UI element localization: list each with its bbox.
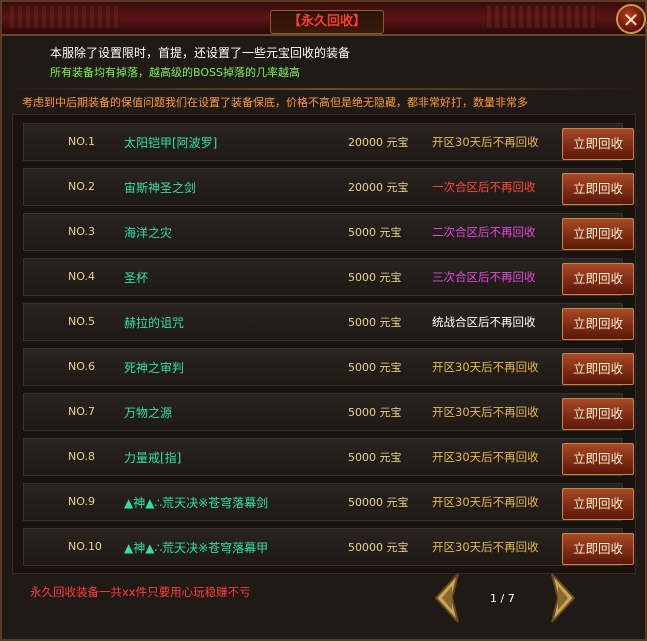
title-bar: 【永久回收】	[2, 2, 645, 36]
title-ornament-left	[10, 6, 120, 28]
list-item: NO.1 太阳铠甲[阿波罗] 20000 元宝 开区30天后不再回收 立即回收	[23, 123, 634, 161]
footer-note: 永久回收装备一共xx件只要用心玩稳赚不亏	[30, 585, 251, 599]
item-name: 太阳铠甲[阿波罗]	[124, 136, 218, 150]
page-indicator: 1 / 7	[490, 592, 515, 605]
item-condition: 三次合区后不再回收	[432, 270, 536, 284]
recycle-now-button[interactable]: 立即回收	[562, 533, 634, 565]
item-name: 万物之源	[124, 406, 173, 420]
item-condition: 开区30天后不再回收	[432, 135, 539, 149]
item-price: 5000 元宝	[348, 226, 402, 239]
recycle-now-button[interactable]: 立即回收	[562, 173, 634, 205]
item-condition: 开区30天后不再回收	[432, 450, 539, 464]
list-item: NO.2 宙斯神圣之剑 20000 元宝 一次合区后不再回收 立即回收	[23, 168, 634, 206]
recycle-now-button[interactable]: 立即回收	[562, 443, 634, 475]
item-price: 50000 元宝	[348, 496, 409, 509]
item-number: NO.2	[68, 180, 95, 193]
recycle-now-button[interactable]: 立即回收	[562, 398, 634, 430]
list-item: NO.3 海洋之灾 5000 元宝 二次合区后不再回收 立即回收	[23, 213, 634, 251]
notice-line-2: 所有装备均有掉落，越高级的BOSS掉落的几率越高	[50, 66, 300, 79]
item-name: 赫拉的诅咒	[124, 316, 185, 330]
item-price: 20000 元宝	[348, 136, 409, 149]
item-name: 宙斯神圣之剑	[124, 181, 197, 195]
item-condition: 开区30天后不再回收	[432, 405, 539, 419]
close-button[interactable]: ✕	[616, 4, 646, 34]
list-item: NO.6 死神之审判 5000 元宝 开区30天后不再回收 立即回收	[23, 348, 634, 386]
item-name: ▲神▲∴荒天决※苍穹落幕甲	[124, 541, 269, 555]
divider	[12, 88, 634, 90]
item-name: 死神之审判	[124, 361, 185, 375]
item-name: ▲神▲∴荒天决※苍穹落幕剑	[124, 496, 269, 510]
next-page-arrow-icon[interactable]	[548, 572, 578, 624]
list-item: NO.5 赫拉的诅咒 5000 元宝 统战合区后不再回收 立即回收	[23, 303, 634, 341]
recycle-list: NO.1 太阳铠甲[阿波罗] 20000 元宝 开区30天后不再回收 立即回收 NO.2 宙…	[12, 114, 636, 574]
item-number: NO.5	[68, 315, 95, 328]
recycle-now-button[interactable]: 立即回收	[562, 488, 634, 520]
recycle-now-button[interactable]: 立即回收	[562, 128, 634, 160]
item-condition: 开区30天后不再回收	[432, 540, 539, 554]
item-name: 力量戒[指]	[124, 451, 182, 465]
prev-page-arrow-icon[interactable]	[432, 572, 462, 624]
item-price: 20000 元宝	[348, 181, 409, 194]
item-condition: 统战合区后不再回收	[432, 315, 536, 329]
item-number: NO.4	[68, 270, 95, 283]
item-price: 5000 元宝	[348, 406, 402, 419]
item-number: NO.8	[68, 450, 95, 463]
item-number: NO.9	[68, 495, 95, 508]
recycle-now-button[interactable]: 立即回收	[562, 308, 634, 340]
notice-line-3: 考虑到中后期装备的保值问题我们在设置了装备保底，价格不高但是绝无隐藏，都非常好打…	[22, 96, 528, 109]
item-price: 5000 元宝	[348, 451, 402, 464]
item-number: NO.6	[68, 360, 95, 373]
item-name: 海洋之灾	[124, 226, 173, 240]
notice-line-1: 本服除了设置限时，首提，还设置了一些元宝回收的装备	[50, 46, 351, 60]
list-item: NO.10 ▲神▲∴荒天决※苍穹落幕甲 50000 元宝 开区30天后不再回收 立即回收	[23, 528, 634, 566]
item-number: NO.10	[68, 540, 102, 553]
recycle-window: 【永久回收】 ✕ 本服除了设置限时，首提，还设置了一些元宝回收的装备 所有装备均…	[0, 0, 647, 641]
item-name: 圣杯	[124, 271, 149, 285]
list-item: NO.4 圣杯 5000 元宝 三次合区后不再回收 立即回收	[23, 258, 634, 296]
item-condition: 开区30天后不再回收	[432, 360, 539, 374]
list-item: NO.7 万物之源 5000 元宝 开区30天后不再回收 立即回收	[23, 393, 634, 431]
item-price: 5000 元宝	[348, 271, 402, 284]
title-ornament-right	[487, 6, 597, 28]
recycle-now-button[interactable]: 立即回收	[562, 353, 634, 385]
list-item: NO.9 ▲神▲∴荒天决※苍穹落幕剑 50000 元宝 开区30天后不再回收 立即回收	[23, 483, 634, 521]
item-price: 5000 元宝	[348, 361, 402, 374]
item-condition: 二次合区后不再回收	[432, 225, 536, 239]
item-price: 5000 元宝	[348, 316, 402, 329]
recycle-now-button[interactable]: 立即回收	[562, 218, 634, 250]
item-number: NO.7	[68, 405, 95, 418]
item-price: 50000 元宝	[348, 541, 409, 554]
item-number: NO.1	[68, 135, 95, 148]
item-number: NO.3	[68, 225, 95, 238]
window-title: 【永久回收】	[270, 10, 384, 34]
recycle-now-button[interactable]: 立即回收	[562, 263, 634, 295]
item-condition: 开区30天后不再回收	[432, 495, 539, 509]
item-condition: 一次合区后不再回收	[432, 180, 536, 194]
list-item: NO.8 力量戒[指] 5000 元宝 开区30天后不再回收 立即回收	[23, 438, 634, 476]
